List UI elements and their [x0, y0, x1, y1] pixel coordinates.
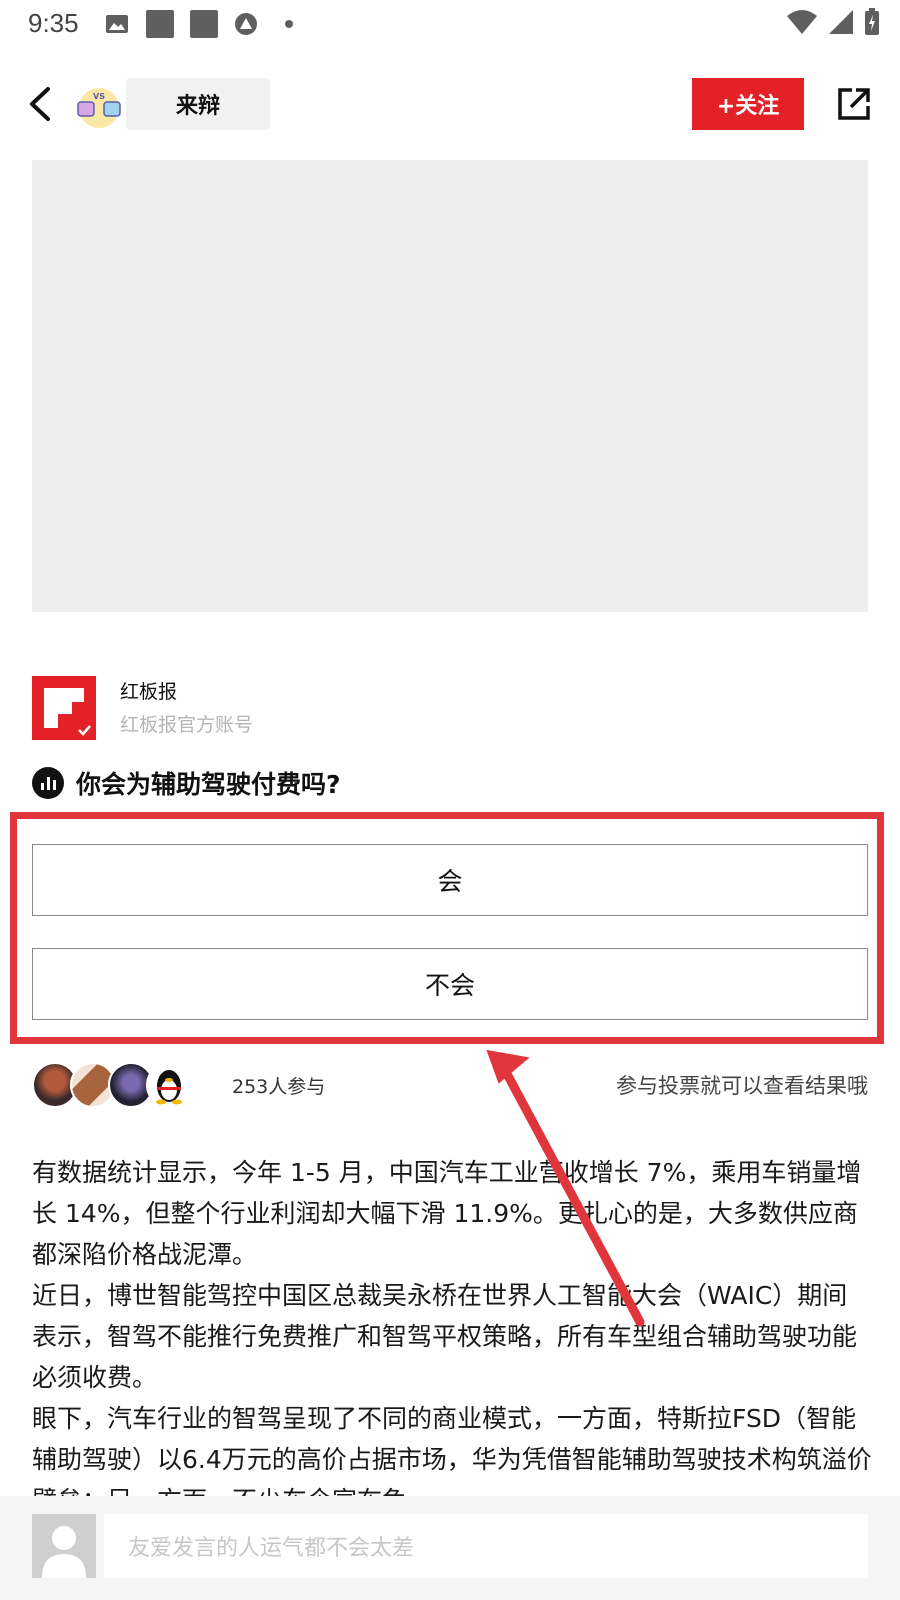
flipboard-logo-icon — [32, 676, 96, 740]
logo-vs-text: VS — [93, 92, 105, 101]
share-icon — [838, 88, 870, 120]
notification-square-icon — [190, 10, 218, 38]
top-bar: VS 来辩 +关注 — [0, 70, 900, 138]
participant-count: 253人参与 — [232, 1076, 326, 1098]
author-name[interactable]: 红板报 — [120, 677, 177, 704]
article-image[interactable] — [32, 160, 868, 612]
poll-chart-icon — [32, 767, 64, 799]
poll-question: 你会为辅助驾驶付费吗? — [76, 770, 341, 799]
follow-button[interactable]: +关注 — [692, 78, 804, 130]
author-description: 红板报官方账号 — [120, 714, 254, 736]
article-body: 有数据统计显示，今年 1-5 月，中国汽车工业营收增长 7%，乘用车销量增长 1… — [32, 1152, 872, 1521]
app-notification-icon — [234, 12, 258, 36]
battery-icon — [864, 8, 880, 40]
status-bar: 9:35 — [0, 0, 900, 50]
default-user-icon — [32, 1514, 96, 1578]
user-avatar[interactable] — [32, 1514, 96, 1578]
chevron-left-icon — [30, 87, 50, 121]
vote-hint: 参与投票就可以查看结果哦 — [616, 1074, 868, 1098]
article-paragraph: 有数据统计显示，今年 1-5 月，中国汽车工业营收增长 7%，乘用车销量增长 1… — [32, 1158, 862, 1269]
back-button[interactable] — [18, 82, 62, 126]
poll-header: 你会为辅助驾驶付费吗? — [32, 766, 341, 800]
author-avatar[interactable] — [32, 676, 96, 740]
poll-option-yes[interactable]: 会 — [32, 844, 868, 916]
channel-name[interactable]: 来辩 — [126, 78, 270, 130]
qq-penguin-avatar — [146, 1062, 192, 1108]
comment-bar: 友爱发言的人运气都不会太差 — [0, 1496, 900, 1600]
notification-square-icon — [146, 10, 174, 38]
participant-avatars — [32, 1062, 192, 1108]
share-button[interactable] — [832, 82, 876, 126]
poll-option-no[interactable]: 不会 — [32, 948, 868, 1020]
comment-input[interactable]: 友爱发言的人运气都不会太差 — [104, 1514, 868, 1578]
signal-icon — [828, 9, 854, 39]
penguin-icon — [156, 1070, 182, 1105]
gallery-notification-icon — [105, 12, 129, 36]
more-notifications-dot — [285, 20, 293, 28]
wifi-icon — [786, 9, 818, 39]
channel-logo[interactable]: VS — [72, 80, 126, 134]
article-paragraph: 近日，博世智能驾控中国区总裁吴永桥在世界人工智能大会（WAIC）期间表示，智驾不… — [32, 1281, 858, 1392]
status-time: 9:35 — [28, 8, 79, 38]
